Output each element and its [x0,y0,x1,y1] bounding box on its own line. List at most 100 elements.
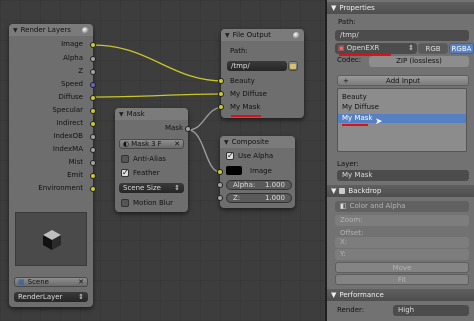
socket-composite-image[interactable] [217,169,223,175]
add-input-button[interactable]: + Add Input [337,75,469,86]
socket-z[interactable] [90,69,96,75]
z-value: 1.000 [264,194,285,202]
move-button[interactable]: Move [335,262,469,273]
collapse-icon[interactable]: ▼ [331,291,336,299]
codec-dropdown[interactable]: ZIP (lossless) [369,56,469,67]
output-indexma: IndexMA [52,145,83,153]
use-alpha-checkbox[interactable] [226,151,234,160]
node-editor[interactable]: ▼ Render Layers Image Alpha Z Speed Diff… [0,0,327,321]
scene-close-icon[interactable]: ✕ [78,278,84,286]
list-item-my-diffuse[interactable]: My Diffuse [338,103,466,112]
socket-composite-z[interactable] [217,195,223,201]
motion-blur-checkbox[interactable] [121,199,129,207]
list-item-my-mask[interactable]: My Mask [338,114,466,123]
mask-datablock[interactable]: ◐ Mask 3 F ✕ [119,139,184,149]
socket-indirect[interactable] [90,121,96,127]
socket-specular[interactable] [90,108,96,114]
socket-alpha[interactable] [90,56,96,62]
format-dropdown[interactable]: ▣ OpenEXR MultiLayer ⇕ [335,43,417,54]
output-diffuse: Diffuse [58,93,83,101]
composite-node[interactable]: ▼ Composite Use Alpha Image Alpha: 1.000… [217,136,295,208]
inputs-list[interactable]: Beauty My Diffuse My Mask ➤ [337,88,467,152]
render-layers-node[interactable]: ▼ Render Layers Image Alpha Z Speed Diff… [9,24,96,307]
mask-node[interactable]: ▼ Mask Mask ◐ Mask 3 F ✕ Anti-Alias Feat… [115,108,191,212]
file-output-path-field[interactable]: /tmp/ [227,61,287,71]
backdrop-checkbox[interactable] [339,188,346,194]
feather-checkbox[interactable] [121,168,129,177]
preview-sphere-icon[interactable] [82,26,89,34]
offset-x-field[interactable]: X: [335,237,469,248]
output-speed: Speed [61,80,83,88]
collapse-icon[interactable]: ▼ [331,4,336,12]
socket-indexob[interactable] [90,134,96,140]
offset-x-label: X: [340,238,348,246]
anti-alias-label: Anti-Alias [133,155,166,163]
socket-mist[interactable] [90,160,96,166]
properties-header[interactable]: ▼ Properties [327,2,474,14]
offset-y-label: Y: [340,250,346,258]
render-layers-header[interactable]: ▼ Render Layers [9,24,93,36]
zoom-field[interactable]: Zoom: [335,215,469,226]
alpha-value: 1.000 [264,181,285,189]
anti-alias-checkbox[interactable] [121,155,129,163]
socket-image[interactable] [90,42,96,48]
file-output-path-label: Path: [230,47,248,55]
renderlayer-dropdown[interactable]: RenderLayer ⇕ [14,292,88,302]
list-item-beauty[interactable]: Beauty [338,93,466,102]
collapse-icon[interactable]: ▼ [13,27,18,34]
color-mode-rgb-button[interactable]: RGB [418,43,448,54]
zoom-label: Zoom: [340,216,363,224]
fake-user-button[interactable]: F [158,140,162,148]
mask-close-icon[interactable]: ✕ [174,140,180,148]
offset-y-field[interactable]: Y: [335,249,469,260]
add-input-label: Add Input [386,77,420,85]
image-color-swatch[interactable] [226,166,242,175]
fit-button[interactable]: Fit [335,274,469,285]
color-alpha-dropdown[interactable]: ◧ Color and Alpha [335,201,469,212]
mask-header[interactable]: ▼ Mask [115,108,188,120]
size-source-dropdown[interactable]: Scene Size ⇕ [119,183,184,193]
socket-diffuse[interactable] [90,95,96,101]
socket-my-mask[interactable] [218,104,224,110]
socket-speed[interactable] [90,82,96,88]
file-output-node[interactable]: ▼ File Output Path: /tmp/ Beauty My Diff… [218,29,304,118]
input-my-diffuse: My Diffuse [230,90,267,98]
render-quality-dropdown[interactable]: High [393,305,469,316]
output-alpha: Alpha [63,54,83,62]
collapse-icon[interactable]: ▼ [225,32,230,39]
collapse-icon[interactable]: ▼ [331,187,336,195]
performance-panel-header[interactable]: ▼ Performance [327,289,474,301]
props-path-field[interactable]: /tmp/ [335,30,469,41]
folder-browse-button[interactable] [288,61,298,71]
output-image: Image [61,40,83,48]
preview-sphere-icon[interactable] [293,31,300,39]
collapse-icon[interactable]: ▼ [224,139,229,146]
rgba-label: RGBA [451,45,472,53]
alpha-slider[interactable]: Alpha: 1.000 [226,180,292,190]
output-z: Z [78,67,83,75]
socket-beauty[interactable] [218,78,224,84]
mask-name: Mask [131,140,150,148]
size-source-value: Scene Size [123,184,161,192]
file-output-header[interactable]: ▼ File Output [221,29,304,41]
link-mask-mymask [187,106,225,131]
socket-my-diffuse[interactable] [218,91,224,97]
scene-selector[interactable]: ▦ Scene ✕ [14,277,88,287]
z-slider[interactable]: Z: 1.000 [226,193,292,203]
socket-composite-alpha[interactable] [217,182,223,188]
performance-label: Performance [339,291,384,299]
codec-label: Codec: [337,56,362,64]
properties-panel[interactable]: ▼ Properties Path: /tmp/ ▣ OpenEXR Multi… [327,0,474,321]
socket-indexma[interactable] [90,147,96,153]
socket-mask-output[interactable] [185,126,191,132]
offset-label: Offset: [340,229,364,237]
color-mode-rgba-button[interactable]: RGBA [449,43,474,54]
socket-emit[interactable] [90,173,96,179]
backdrop-panel-header[interactable]: ▼ Backdrop [327,185,474,197]
collapse-icon[interactable]: ▼ [119,111,124,118]
socket-environment[interactable] [90,186,96,192]
composite-header[interactable]: ▼ Composite [220,136,295,148]
props-path-value: /tmp/ [340,31,359,39]
layer-name-field[interactable]: My Mask [337,170,469,181]
layer-name-value: My Mask [342,171,373,179]
